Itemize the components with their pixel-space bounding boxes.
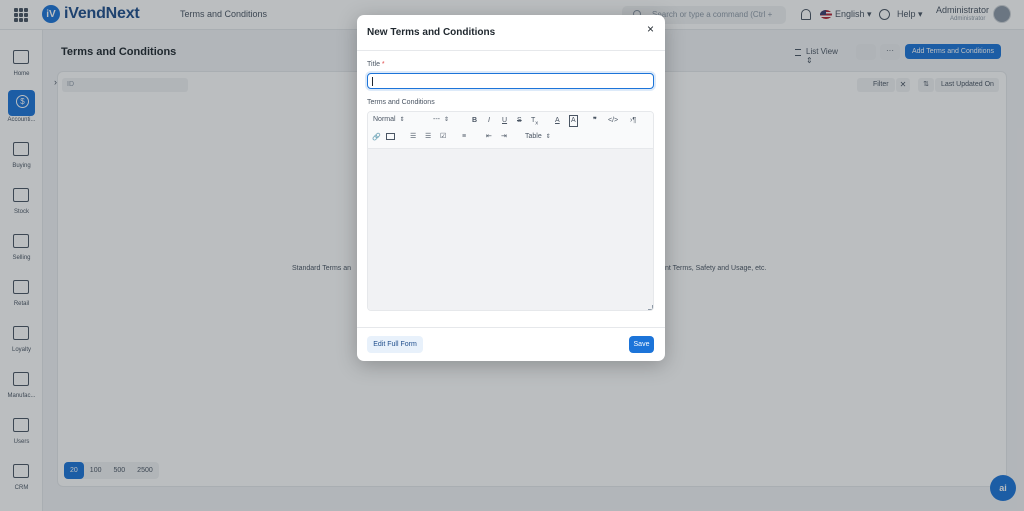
divider [357,50,665,51]
text-caret [372,77,373,86]
check-list-icon[interactable]: ☑ [440,132,446,142]
rich-text-editor: Normal --- B I U S Tx A A ❞ </> ›¶ 🔗 ☰ ☰… [367,111,654,311]
save-button[interactable]: Save [629,336,654,353]
font-size-select[interactable]: --- [433,116,449,123]
align-left-icon[interactable]: ≡ [462,132,466,142]
text-direction-icon[interactable]: ›¶ [630,116,636,126]
format-select[interactable]: Normal [373,116,405,123]
editor-content-area[interactable] [368,149,653,310]
required-indicator: * [381,61,385,68]
title-input[interactable] [367,73,654,89]
bullet-list-icon[interactable]: ☰ [425,132,431,142]
strikethrough-icon[interactable]: S [517,116,522,126]
bold-icon[interactable]: B [472,116,477,126]
new-terms-dialog: New Terms and Conditions × Title * Terms… [357,15,665,361]
italic-icon[interactable]: I [488,116,490,126]
editor-toolbar: Normal --- B I U S Tx A A ❞ </> ›¶ 🔗 ☰ ☰… [368,112,653,149]
clear-format-icon[interactable]: Tx [531,116,538,128]
close-icon[interactable]: × [647,23,654,35]
outdent-icon[interactable]: ⇤ [486,132,492,142]
code-block-icon[interactable]: </> [608,116,618,126]
resize-handle[interactable] [648,305,653,310]
divider [357,327,665,328]
background-color-icon[interactable]: A [569,115,578,127]
table-select[interactable]: Table [525,133,551,140]
ordered-list-icon[interactable]: ☰ [410,132,416,142]
text-color-icon[interactable]: A [555,116,560,126]
indent-icon[interactable]: ⇥ [501,132,507,142]
image-icon[interactable] [386,133,395,140]
edit-full-form-button[interactable]: Edit Full Form [367,336,423,353]
underline-icon[interactable]: U [502,116,507,126]
link-icon[interactable]: 🔗 [372,133,381,143]
terms-label: Terms and Conditions [367,99,435,106]
blockquote-icon[interactable]: ❞ [593,116,597,126]
title-label: Title * [367,61,385,68]
dialog-title: New Terms and Conditions [367,27,496,38]
